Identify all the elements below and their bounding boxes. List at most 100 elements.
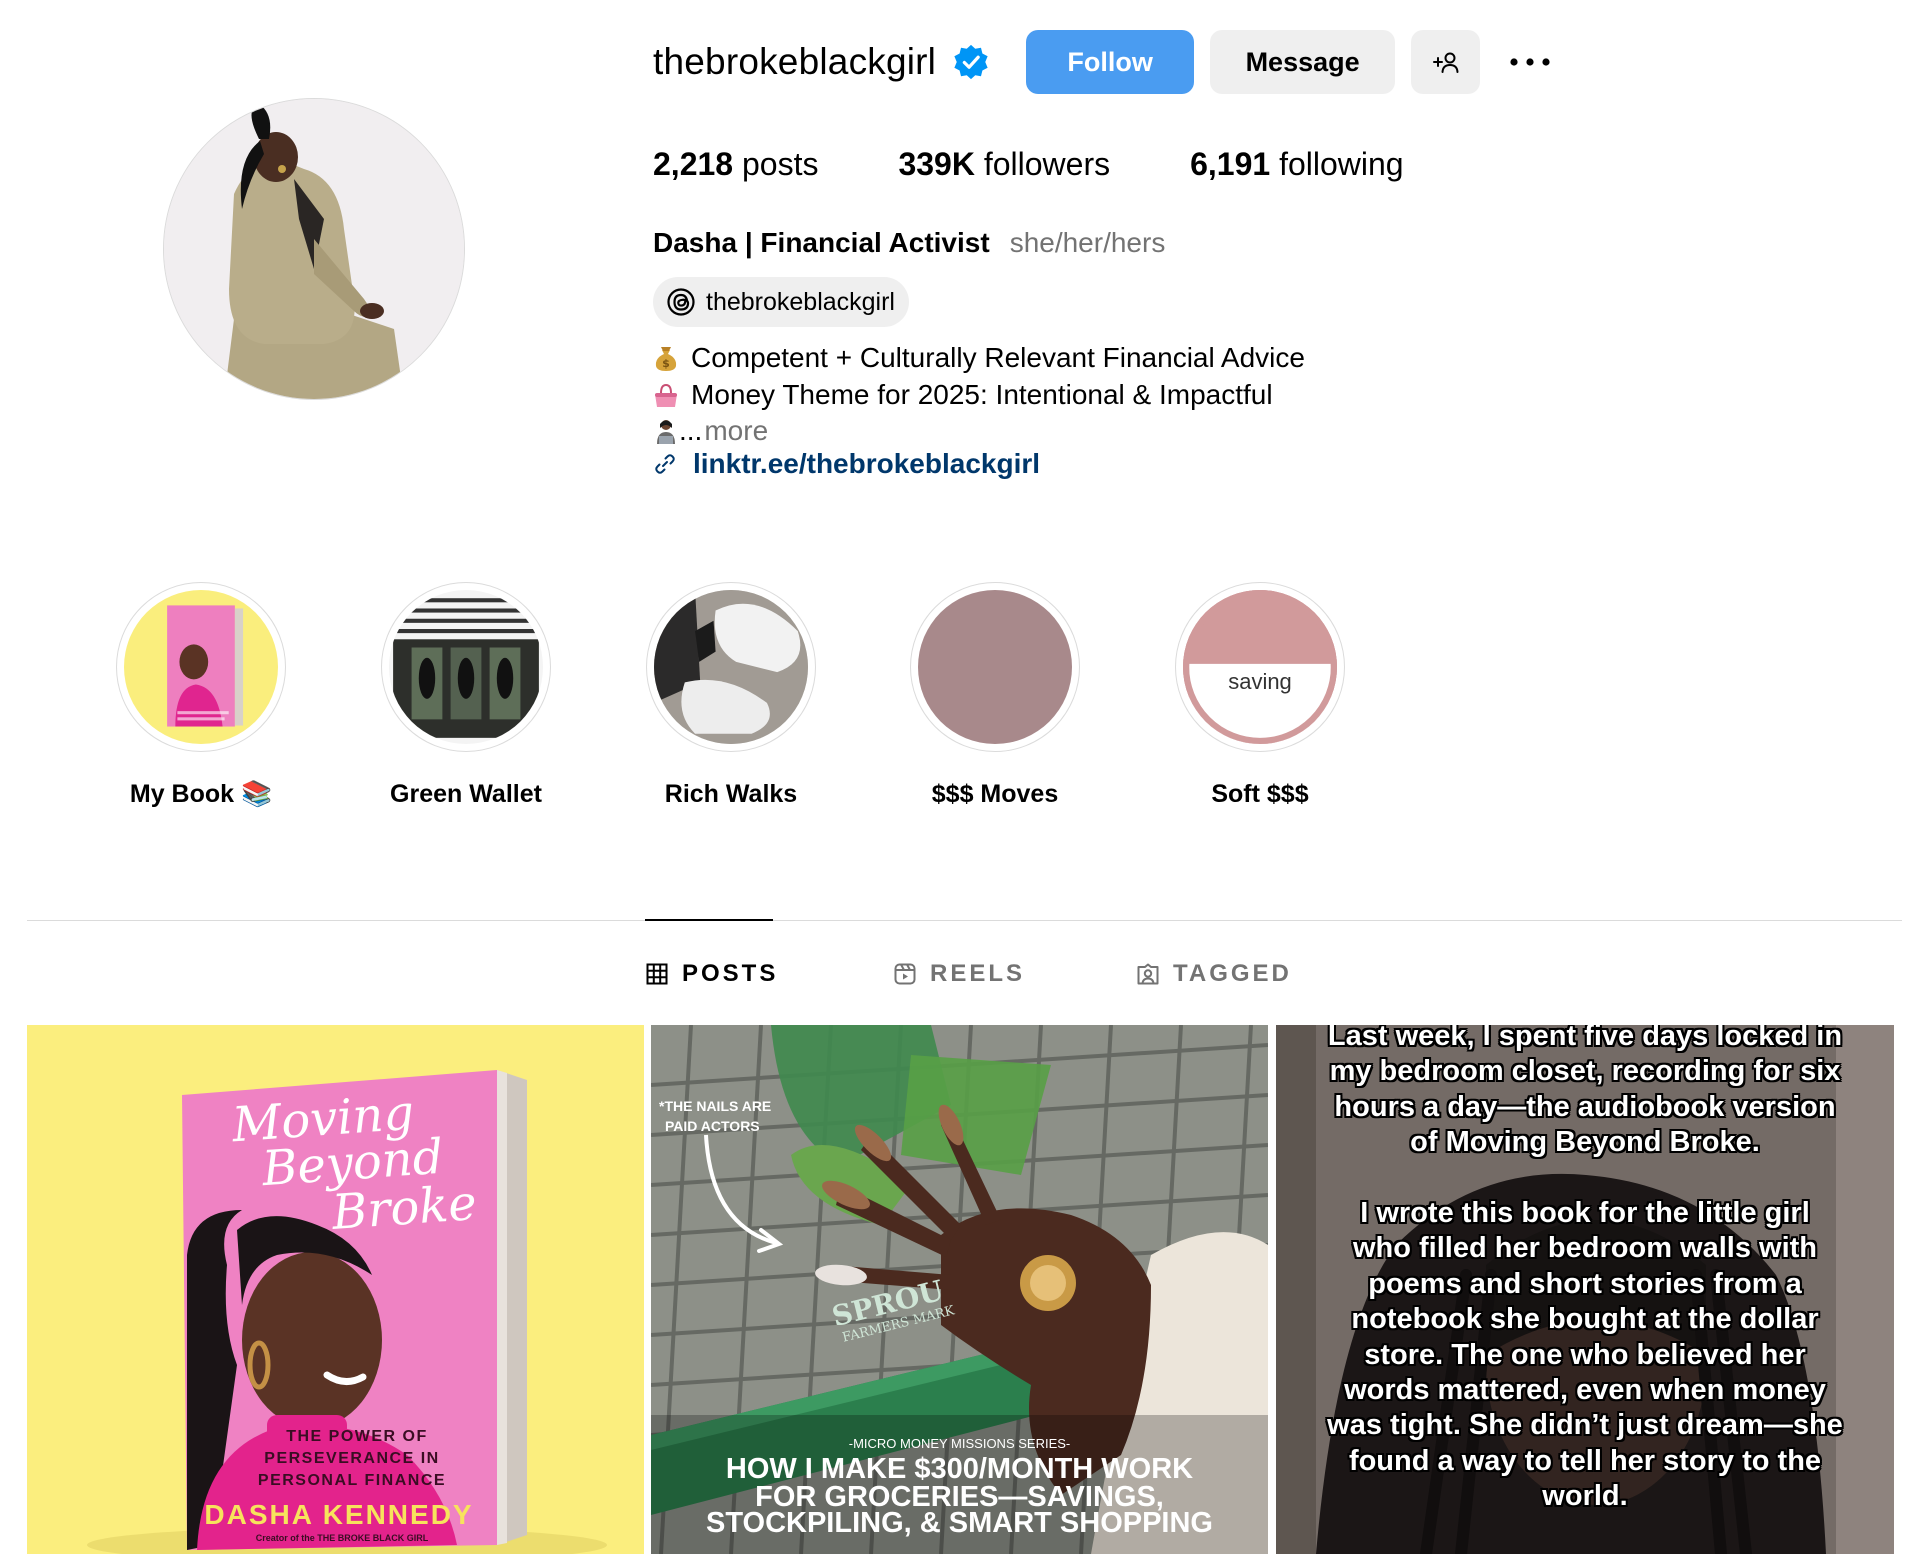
highlight-green-wallet-image bbox=[389, 590, 543, 744]
highlight-cover: saving bbox=[1175, 582, 1345, 752]
bio-more-link[interactable]: more bbox=[704, 413, 768, 450]
money-bag-icon: $ bbox=[655, 347, 677, 372]
bio-link[interactable]: linktr.ee/thebrokeblackgirl bbox=[653, 448, 1040, 480]
following-count-value: 6,191 bbox=[1190, 146, 1271, 182]
followers-count-label: followers bbox=[983, 146, 1111, 182]
bio-line-3: ... more bbox=[653, 413, 1305, 450]
bio-ellipsis: ... bbox=[679, 415, 703, 446]
highlight-saving-image bbox=[1183, 590, 1337, 744]
link-icon bbox=[655, 454, 675, 474]
post-2-headline-3: STOCKPILING, & SMART SHOPPING bbox=[705, 1507, 1213, 1539]
carousel-icon bbox=[1217, 1043, 1268, 1554]
post-3-caption-line: notebook she bought at the dollar bbox=[1351, 1303, 1819, 1336]
tab-reels[interactable]: REELS bbox=[893, 960, 1025, 988]
posts-count-label: posts bbox=[741, 146, 819, 182]
reels-icon bbox=[894, 963, 916, 985]
highlight-solid-cover bbox=[918, 590, 1072, 744]
post-3-caption-line: world. bbox=[1542, 1480, 1628, 1513]
highlight-cover bbox=[381, 582, 551, 752]
following-count[interactable]: 6,191 following bbox=[1190, 146, 1403, 183]
name-row: Dasha | Financial Activist she/her/hers bbox=[653, 227, 1165, 259]
followers-count[interactable]: 339K followers bbox=[898, 146, 1110, 183]
highlight-my-book[interactable]: My Book 📚 bbox=[116, 582, 286, 808]
post-3-caption-line: I wrote this book for the little girl bbox=[1360, 1197, 1810, 1230]
post-2-note-line-1: *THE NAILS ARE bbox=[659, 1098, 772, 1114]
highlight-green-wallet[interactable]: Green Wallet bbox=[381, 582, 551, 808]
pronouns: she/her/hers bbox=[1009, 227, 1166, 258]
profile-avatar[interactable] bbox=[163, 98, 465, 400]
highlight-book-image bbox=[124, 590, 278, 744]
highlight-money-moves[interactable]: $$$ Moves bbox=[910, 582, 1080, 808]
post-3-caption-line: Last week, I spent five days locked in bbox=[1327, 1025, 1843, 1052]
book-subtitle-2: PERSEVERANCE IN bbox=[264, 1450, 440, 1467]
threads-handle: thebrokeblackgirl bbox=[706, 287, 895, 316]
bio-text-2: Money Theme for 2025: Intentional & Impa… bbox=[691, 378, 1273, 410]
highlight-cover bbox=[910, 582, 1080, 752]
more-options-icon bbox=[1510, 58, 1550, 66]
pinned-icon bbox=[585, 1043, 644, 1554]
highlight-cover bbox=[646, 582, 816, 752]
tab-tagged-label: TAGGED bbox=[1173, 960, 1292, 987]
followers-count-value: 339K bbox=[898, 146, 975, 182]
bio: $ Competent + Culturally Relevant Financ… bbox=[653, 340, 1305, 450]
tagged-icon bbox=[1137, 963, 1159, 985]
bio-line-2: Money Theme for 2025: Intentional & Impa… bbox=[653, 377, 1305, 414]
post-3-caption: Last week, I spent five days locked in my… bbox=[1276, 1025, 1894, 1515]
add-user-icon bbox=[1432, 52, 1459, 73]
tab-posts[interactable]: POSTS bbox=[645, 960, 778, 988]
bio-line-1: $ Competent + Culturally Relevant Financ… bbox=[653, 340, 1305, 377]
post-3-caption-line: was tight. She didn’t just dream—she bbox=[1327, 1409, 1843, 1442]
post-3-caption-line: store. The one who believed her bbox=[1364, 1338, 1806, 1371]
highlight-rich-walks-image bbox=[654, 590, 808, 744]
purse-icon bbox=[655, 383, 677, 407]
active-tab-indicator bbox=[645, 919, 773, 921]
follow-button[interactable]: Follow bbox=[1026, 30, 1195, 94]
post-3-caption-line: my bedroom closet, recording for six bbox=[1329, 1055, 1841, 1088]
post-3-caption-line: of Moving Beyond Broke. bbox=[1410, 1126, 1760, 1159]
profile-stats: 2,218 posts 339K followers 6,191 followi… bbox=[653, 146, 1484, 183]
posts-count: 2,218 posts bbox=[653, 146, 818, 183]
bio-text-1: Competent + Culturally Relevant Financia… bbox=[691, 342, 1305, 373]
highlight-cover-text: saving bbox=[1228, 669, 1292, 694]
book-title-3: Broke bbox=[330, 1175, 479, 1241]
highlight-label: Rich Walks bbox=[664, 780, 798, 808]
book-subtitle-1: THE POWER OF bbox=[286, 1428, 428, 1445]
highlight-soft-money[interactable]: saving Soft $$$ bbox=[1175, 582, 1345, 808]
highlight-label: Soft $$$ bbox=[1211, 780, 1309, 808]
more-options-button[interactable] bbox=[1500, 30, 1560, 94]
grid-icon bbox=[646, 963, 668, 985]
tab-reels-label: REELS bbox=[930, 960, 1026, 987]
tabs-divider bbox=[27, 920, 1902, 921]
book-author: DASHA KENNEDY bbox=[204, 1499, 474, 1530]
tab-tagged[interactable]: TAGGED bbox=[1136, 960, 1292, 988]
book-credit: Creator of the THE BROKE BLACK GIRL bbox=[255, 1533, 429, 1543]
message-button[interactable]: Message bbox=[1210, 30, 1396, 94]
username: thebrokeblackgirl bbox=[653, 41, 937, 82]
person-laptop-icon bbox=[657, 420, 675, 445]
bio-link-text[interactable]: linktr.ee/thebrokeblackgirl bbox=[693, 448, 1040, 480]
highlight-label: Green Wallet bbox=[390, 780, 542, 808]
profile-header-row: thebrokeblackgirl Follow Message bbox=[653, 30, 1560, 94]
highlight-label: $$$ Moves bbox=[931, 780, 1059, 808]
book-subtitle-3: PERSONAL FINANCE bbox=[257, 1472, 447, 1489]
highlight-rich-walks[interactable]: Rich Walks bbox=[646, 582, 816, 808]
post-tile-1[interactable]: Moving Beyond Broke THE POWER OF PERSEVE… bbox=[27, 1025, 644, 1554]
post-tile-2[interactable]: *THE NAILS ARE PAID ACTORS SPROU FARMERS… bbox=[651, 1025, 1268, 1554]
highlight-label: My Book 📚 bbox=[129, 780, 273, 808]
following-count-label: following bbox=[1279, 146, 1404, 182]
suggested-users-button[interactable] bbox=[1411, 30, 1481, 94]
post-3-caption-line: words mattered, even when money bbox=[1344, 1374, 1826, 1407]
highlight-cover bbox=[116, 582, 286, 752]
post-2-series-label: -MICRO MONEY MISSIONS SERIES- bbox=[848, 1436, 1071, 1451]
post-3-caption-line: found a way to tell her story to the bbox=[1348, 1444, 1822, 1477]
posts-count-value: 2,218 bbox=[653, 146, 734, 182]
post-2-headline-1: HOW I MAKE $300/MONTH WORK bbox=[725, 1453, 1194, 1485]
avatar-photo bbox=[164, 99, 464, 399]
threads-badge[interactable]: thebrokeblackgirl bbox=[653, 277, 909, 327]
reel-icon bbox=[1844, 1041, 1894, 1554]
full-name: Dasha | Financial Activist bbox=[653, 227, 990, 258]
post-3-caption-line bbox=[1276, 1161, 1894, 1196]
post-3-caption-line: poems and short stories from a bbox=[1368, 1267, 1802, 1300]
post-tile-3[interactable]: Last week, I spent five days locked in my… bbox=[1276, 1025, 1894, 1554]
post-3-caption-line: who filled her bedroom walls with bbox=[1352, 1232, 1818, 1265]
